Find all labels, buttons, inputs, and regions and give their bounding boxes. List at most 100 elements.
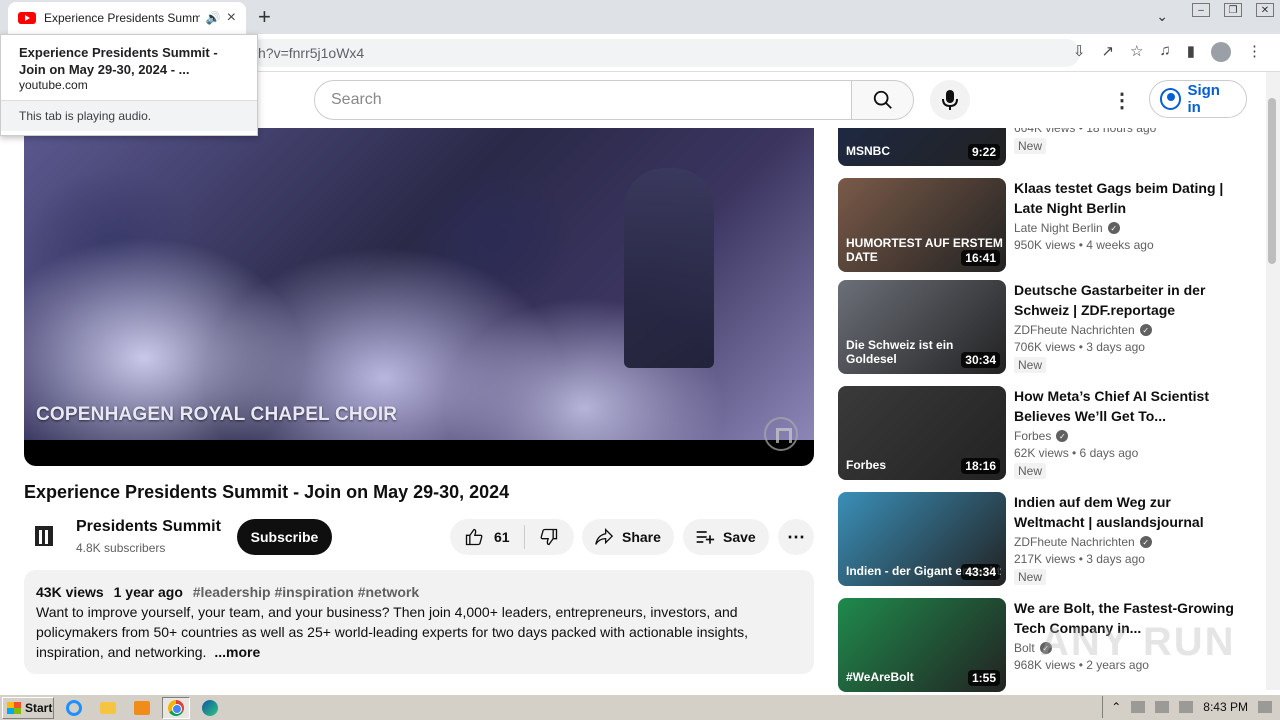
subscribe-button[interactable]: Subscribe [237, 519, 332, 555]
playlist-add-icon [696, 531, 715, 544]
hashtags[interactable]: #leadership #inspiration #network [193, 584, 419, 600]
sign-in-button[interactable]: Sign in [1149, 80, 1247, 118]
taskbar-edge[interactable] [196, 697, 224, 719]
related-video-info: Klaas testet Gags beim Dating | Late Nig… [1014, 178, 1240, 252]
show-desktop-icon[interactable] [1258, 701, 1272, 713]
browser-tab-bar: Experience Presidents Summit 🔊 × + ⌄ – ❐… [0, 0, 1280, 34]
video-thumbnail[interactable]: #WeAreBolt 1:55 [838, 598, 1006, 692]
channel-name-label: ZDFheute Nachrichten [1014, 323, 1135, 337]
search-input[interactable]: Search [314, 80, 852, 120]
channel-name-label: Bolt [1014, 641, 1035, 655]
related-video-views: 706K views • 3 days ago [1014, 340, 1145, 354]
show-more-link[interactable]: ...more [214, 644, 260, 660]
channel-name-label: Forbes [1014, 429, 1052, 443]
channel-name-label: Late Night Berlin [1014, 221, 1103, 235]
restore-button[interactable]: ❐ [1224, 3, 1242, 17]
thumbs-up-icon [465, 528, 483, 546]
taskbar-media[interactable] [128, 697, 156, 719]
related-video-title[interactable]: Deutsche Gastarbeiter in der Schweiz | Z… [1014, 280, 1240, 320]
channel-watermark-icon[interactable] [764, 417, 798, 451]
like-button[interactable]: 61 [450, 525, 525, 549]
video-duration: 43:34 [961, 564, 1000, 580]
search-button[interactable] [851, 80, 914, 120]
tab-search-chevron-icon[interactable]: ⌄ [1156, 8, 1168, 25]
thumbs-down-icon [540, 528, 557, 546]
flag-notification-icon[interactable] [1179, 701, 1194, 713]
like-dislike-group: 61 [450, 519, 574, 555]
taskbar-chrome[interactable] [162, 696, 190, 719]
profile-avatar-icon[interactable] [1211, 42, 1231, 62]
chrome-menu-icon[interactable]: ⋮ [1247, 42, 1262, 62]
microphone-icon [942, 90, 958, 110]
more-actions-button[interactable]: ⋯ [778, 519, 814, 555]
account-circle-icon [1160, 88, 1182, 110]
related-video-item[interactable]: Die Schweiz ist ein Goldesel 30:34 Deutsch… [838, 280, 1248, 374]
new-badge: New [1014, 357, 1047, 373]
related-video-info: How Meta’s Chief AI Scientist Believes W… [1014, 386, 1240, 480]
video-thumbnail[interactable]: Forbes 18:16 [838, 386, 1006, 480]
related-video-title[interactable]: Klaas testet Gags beim Dating | Late Nig… [1014, 178, 1240, 218]
channel-name[interactable]: Presidents Summit [76, 518, 221, 536]
anyrun-watermark: ANY RUN [1040, 620, 1236, 664]
share-arrow-icon [595, 528, 614, 545]
related-video-item[interactable]: Indien - der Gigant erwacht 43:34 Indien a… [838, 492, 1248, 586]
thumbnail-text: #WeAreBolt [846, 670, 914, 684]
dislike-button[interactable] [525, 527, 573, 547]
media-control-icon[interactable]: ♫ [1159, 42, 1170, 62]
video-duration: 30:34 [961, 352, 1000, 368]
start-button[interactable]: Start [2, 696, 54, 719]
view-count: 43K views [36, 584, 104, 600]
voice-search-button[interactable] [930, 80, 970, 120]
related-video-channel[interactable]: ZDFheute Nachrichten ✓ [1014, 323, 1240, 337]
search-icon [873, 90, 892, 109]
install-icon[interactable]: ⇩ [1073, 42, 1086, 62]
close-tab-icon[interactable]: × [227, 9, 236, 27]
video-player[interactable]: COPENHAGEN ROYAL CHAPEL CHOIR [24, 128, 814, 466]
bookmark-star-icon[interactable]: ☆ [1130, 42, 1143, 62]
speaker-icon[interactable]: 🔊 [206, 11, 221, 25]
minimize-button[interactable]: – [1192, 3, 1210, 17]
hover-card-audio-note: This tab is playing audio. [1, 100, 257, 131]
save-button[interactable]: Save [683, 519, 769, 555]
video-duration: 9:22 [967, 144, 1000, 160]
share-page-icon[interactable]: ↗ [1101, 42, 1114, 62]
tray-expand-icon[interactable]: ⌃ [1111, 700, 1121, 714]
share-button[interactable]: Share [582, 519, 674, 555]
video-duration: 18:16 [961, 458, 1000, 474]
description-box[interactable]: 43K views 1 year ago #leadership #inspir… [24, 570, 814, 674]
verified-check-icon: ✓ [1107, 222, 1120, 234]
related-video-channel[interactable]: Late Night Berlin ✓ [1014, 221, 1240, 235]
share-label: Share [622, 529, 661, 545]
settings-kebab-icon[interactable]: ⋮ [1112, 88, 1132, 113]
address-bar[interactable]: h?v=fnrr5j1oWx4 [250, 39, 1080, 67]
window-controls: – ❐ ✕ [1192, 0, 1274, 20]
taskbar-explorer[interactable] [94, 697, 122, 719]
verified-check-icon: ✓ [1139, 324, 1152, 336]
related-video-channel[interactable]: Forbes ✓ [1014, 429, 1240, 443]
address-text: h?v=fnrr5j1oWx4 [258, 45, 365, 61]
media-player-icon [134, 700, 150, 715]
related-video-title[interactable]: How Meta’s Chief AI Scientist Believes W… [1014, 386, 1240, 426]
scrollbar-thumb[interactable] [1268, 98, 1276, 264]
related-video-item[interactable]: Forbes 18:16 How Meta’s Chief AI Scientist… [838, 386, 1248, 480]
related-video-item[interactable]: HUMORTEST AUF ERSTEM DATE 16:41 Klaas test… [838, 178, 1248, 272]
description-text: Want to improve yourself, your team, and… [36, 604, 749, 660]
new-tab-button[interactable]: + [258, 4, 271, 30]
volume-icon[interactable] [1131, 701, 1146, 713]
tab-hover-card: Experience Presidents Summit - Join on M… [0, 34, 258, 136]
system-tray: ⌃ 8:43 PM [1102, 696, 1280, 718]
taskbar-ie[interactable] [60, 697, 88, 719]
video-thumbnail[interactable]: Die Schweiz ist ein Goldesel 30:34 [838, 280, 1006, 374]
side-panel-icon[interactable]: ▮ [1187, 42, 1195, 62]
related-video-title[interactable]: Indien auf dem Weg zur Weltmacht | ausla… [1014, 492, 1240, 532]
channel-avatar[interactable] [28, 520, 60, 552]
network-icon[interactable] [1155, 701, 1170, 713]
window-close-button[interactable]: ✕ [1256, 3, 1274, 17]
presidents-summit-logo-icon [35, 526, 53, 546]
video-thumbnail[interactable]: HUMORTEST AUF ERSTEM DATE 16:41 [838, 178, 1006, 272]
start-label: Start [25, 700, 53, 715]
related-video-channel[interactable]: ZDFheute Nachrichten ✓ [1014, 535, 1240, 549]
hover-card-host: youtube.com [19, 78, 88, 92]
browser-tab[interactable]: Experience Presidents Summit 🔊 × [8, 2, 246, 34]
video-thumbnail[interactable]: Indien - der Gigant erwacht 43:34 [838, 492, 1006, 586]
